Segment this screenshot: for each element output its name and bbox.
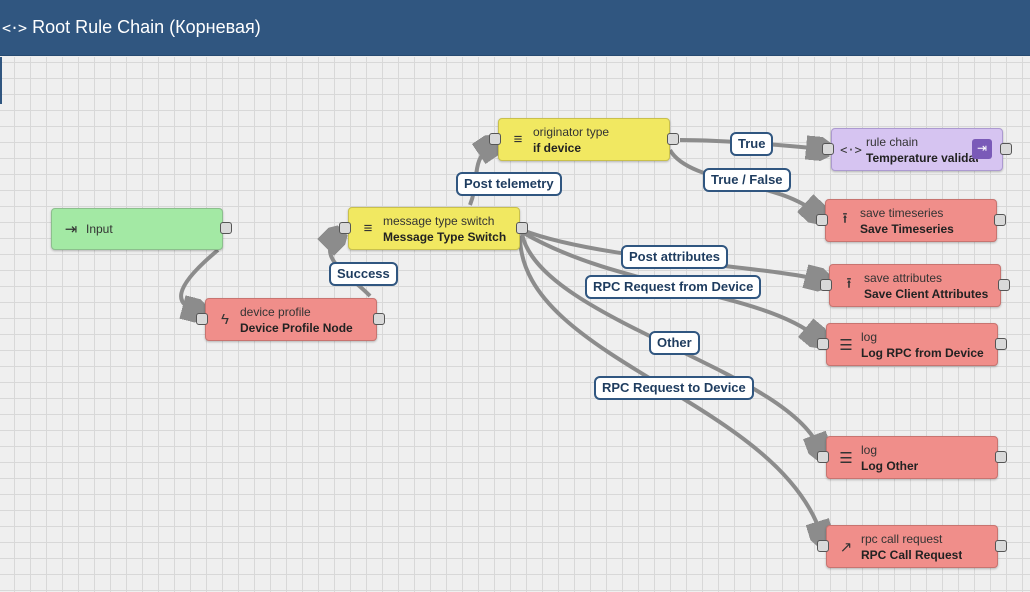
edge-label-post-telemetry[interactable]: Post telemetry xyxy=(456,172,562,196)
node-name: Input xyxy=(86,222,113,236)
bolt-icon: ϟ xyxy=(221,311,229,328)
input-connector[interactable] xyxy=(817,540,829,552)
node-type: device profile xyxy=(240,304,311,319)
input-connector[interactable] xyxy=(817,338,829,350)
node-name: if device xyxy=(533,140,582,155)
node-type: originator type xyxy=(533,124,610,139)
node-save-attributes[interactable]: ⭱ save attributes Save Client Attributes xyxy=(829,264,1001,307)
login-icon: ⇥ xyxy=(64,221,78,238)
edge-label-true[interactable]: True xyxy=(730,132,774,156)
upload-icon: ⭱ xyxy=(842,210,848,227)
canvas-left-edge xyxy=(0,57,2,104)
node-save-timeseries[interactable]: ⭱ save timeseries Save Timeseries xyxy=(825,199,997,242)
output-connector[interactable] xyxy=(373,313,385,325)
node-name: Device Profile Node xyxy=(240,320,353,335)
page-title: Root Rule Chain (Корневая) xyxy=(32,17,261,37)
menu-lines-icon: ☰ xyxy=(839,449,853,467)
filter-icon: ≡ xyxy=(363,220,373,237)
node-type: log xyxy=(861,442,878,457)
node-name: Save Client Attributes xyxy=(864,286,989,301)
input-connector[interactable] xyxy=(339,222,351,234)
output-connector[interactable] xyxy=(516,222,528,234)
output-connector[interactable] xyxy=(220,222,232,234)
input-connector[interactable] xyxy=(816,214,828,226)
node-message-type-switch[interactable]: ≡ message type switch Message Type Switc… xyxy=(348,207,520,250)
node-type: rpc call request xyxy=(861,531,943,546)
input-connector[interactable] xyxy=(489,133,501,145)
output-connector[interactable] xyxy=(994,214,1006,226)
edge-label-post-attributes[interactable]: Post attributes xyxy=(621,245,729,269)
top-bar: <·> Root Rule Chain (Корневая) xyxy=(0,0,1030,56)
output-connector[interactable] xyxy=(1000,143,1012,155)
node-name: Log Other xyxy=(861,458,919,473)
upload-icon: ⭱ xyxy=(846,275,852,292)
open-rule-chain-button[interactable]: ⇥ xyxy=(972,139,992,159)
node-log-rpc[interactable]: ☰ log Log RPC from Device xyxy=(826,323,998,366)
node-type: log xyxy=(861,329,878,344)
node-input[interactable]: ⇥ Input xyxy=(51,208,223,250)
node-name: Message Type Switch xyxy=(383,229,507,244)
filter-icon: ≡ xyxy=(513,131,523,148)
node-name: Log RPC from Device xyxy=(861,345,984,360)
output-connector[interactable] xyxy=(995,338,1007,350)
node-device-profile[interactable]: ϟ device profile Device Profile Node xyxy=(205,298,377,341)
edge-label-true-false[interactable]: True / False xyxy=(703,168,791,192)
edge-label-other[interactable]: Other xyxy=(649,331,700,355)
output-connector[interactable] xyxy=(667,133,679,145)
code-brackets-icon: <·> xyxy=(2,18,27,37)
node-type: message type switch xyxy=(383,213,495,228)
input-connector[interactable] xyxy=(817,451,829,463)
node-type: save attributes xyxy=(864,270,943,285)
node-name: Temperature validat xyxy=(866,150,978,165)
menu-lines-icon: ☰ xyxy=(839,336,853,354)
input-connector[interactable] xyxy=(822,143,834,155)
input-connector[interactable] xyxy=(196,313,208,325)
edge-label-success[interactable]: Success xyxy=(329,262,398,286)
code-brackets-icon: <·> xyxy=(840,142,862,157)
edge-label-rpc-to-device[interactable]: RPC Request to Device xyxy=(594,376,754,400)
node-rpc-call-request[interactable]: ↗ rpc call request RPC Call Request xyxy=(826,525,998,568)
node-type: save timeseries xyxy=(860,205,944,220)
edge-label-rpc-from-device[interactable]: RPC Request from Device xyxy=(585,275,762,299)
output-connector[interactable] xyxy=(998,279,1010,291)
arrow-up-right-icon: ↗ xyxy=(839,538,853,556)
output-connector[interactable] xyxy=(995,540,1007,552)
node-name: RPC Call Request xyxy=(861,547,963,562)
output-connector[interactable] xyxy=(995,451,1007,463)
node-originator-type[interactable]: ≡ originator type if device xyxy=(498,118,670,161)
node-name: Save Timeseries xyxy=(860,221,954,236)
node-log-other[interactable]: ☰ log Log Other xyxy=(826,436,998,479)
node-type: rule chain xyxy=(866,134,919,149)
input-connector[interactable] xyxy=(820,279,832,291)
